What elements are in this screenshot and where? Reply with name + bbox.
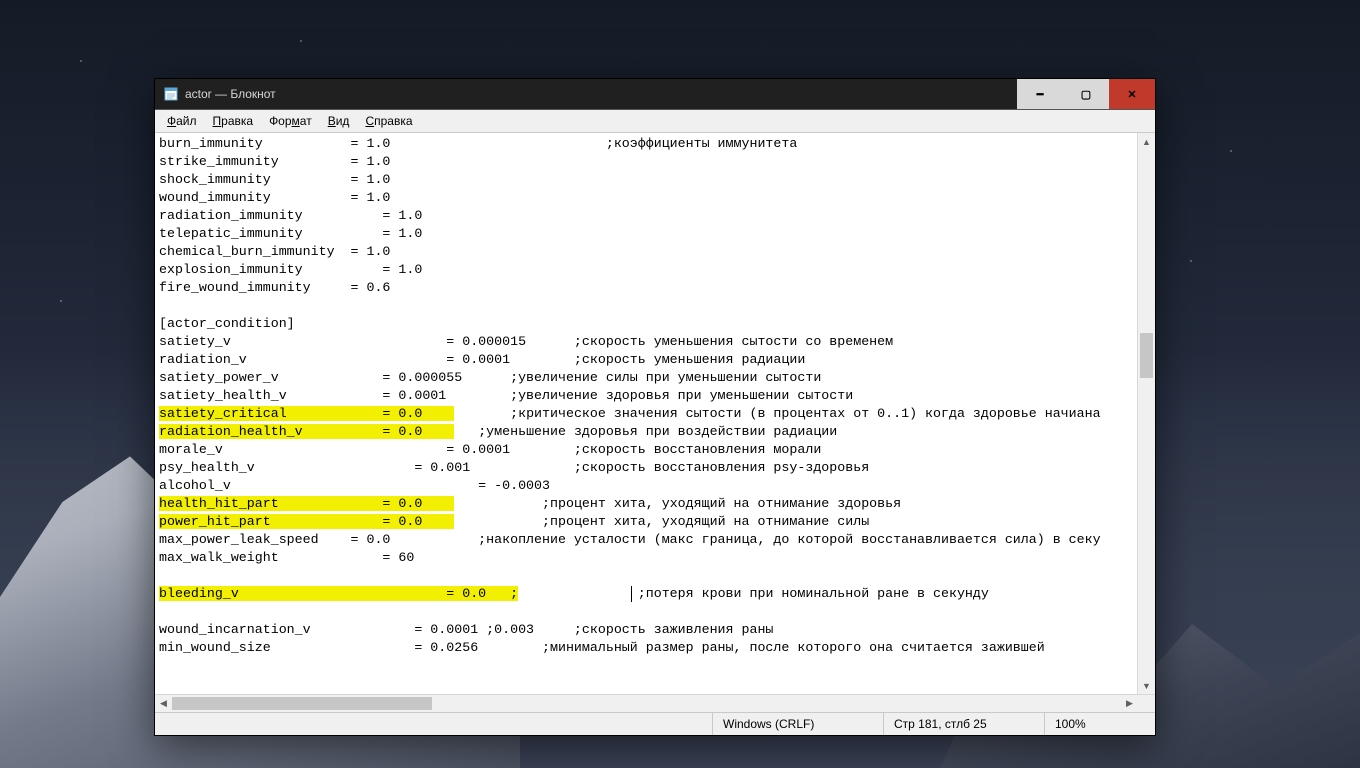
text-line: fire_wound_immunity = 0.6: [159, 279, 1137, 297]
text-line: explosion_immunity = 1.0: [159, 261, 1137, 279]
text-line: telepatic_immunity = 1.0: [159, 225, 1137, 243]
minimize-button[interactable]: ━: [1017, 79, 1063, 109]
titlebar[interactable]: actor — Блокнот ━ ▢ ✕: [155, 79, 1155, 109]
client-area: burn_immunity = 1.0 ;коэффициенты иммуни…: [155, 132, 1155, 694]
menu-help-rest: правка: [374, 114, 412, 128]
scroll-right-arrow-icon[interactable]: ▶: [1121, 695, 1138, 712]
notepad-icon: [163, 86, 179, 102]
text-line: radiation_immunity = 1.0: [159, 207, 1137, 225]
menu-view[interactable]: Вид: [320, 112, 358, 130]
window-title: actor — Блокнот: [185, 87, 276, 101]
text-line: strike_immunity = 1.0: [159, 153, 1137, 171]
text-line: [actor_condition]: [159, 315, 1137, 333]
text-line: wound_immunity = 1.0: [159, 189, 1137, 207]
text-line: [159, 603, 1137, 621]
text-line: satiety_power_v = 0.000055 ;увеличение с…: [159, 369, 1137, 387]
text-line: psy_health_v = 0.001 ;скорость восстанов…: [159, 459, 1137, 477]
status-eol: Windows (CRLF): [712, 713, 883, 735]
text-line: wound_incarnation_v = 0.0001 ;0.003 ;ско…: [159, 621, 1137, 639]
maximize-button[interactable]: ▢: [1063, 79, 1109, 109]
vertical-scrollbar[interactable]: ▲ ▼: [1137, 133, 1155, 694]
desktop-background: actor — Блокнот ━ ▢ ✕ Файл Правка Формат…: [0, 0, 1360, 768]
close-icon: ✕: [1127, 88, 1136, 101]
text-line: satiety_critical = 0.0 ;критическое знач…: [159, 405, 1137, 423]
text-line: [159, 297, 1137, 315]
text-line: max_walk_weight = 60: [159, 549, 1137, 567]
text-line: power_hit_part = 0.0 ;процент хита, уход…: [159, 513, 1137, 531]
menu-file-rest: айл: [176, 114, 196, 128]
status-zoom: 100%: [1044, 713, 1155, 735]
text-line: chemical_burn_immunity = 1.0: [159, 243, 1137, 261]
text-line: satiety_health_v = 0.0001 ;увеличение зд…: [159, 387, 1137, 405]
status-cursor-position: Стр 181, стлб 25: [883, 713, 1044, 735]
menu-bar: Файл Правка Формат Вид Справка: [155, 109, 1155, 132]
status-bar: Windows (CRLF) Стр 181, стлб 25 100%: [155, 712, 1155, 735]
scrollbar-corner: [1138, 695, 1155, 712]
text-line: morale_v = 0.0001 ;скорость восстановлен…: [159, 441, 1137, 459]
scroll-left-arrow-icon[interactable]: ◀: [155, 695, 172, 712]
close-button[interactable]: ✕: [1109, 79, 1155, 109]
menu-view-rest: ид: [336, 114, 350, 128]
vertical-scroll-thumb[interactable]: [1140, 333, 1153, 378]
menu-format[interactable]: Формат: [261, 112, 320, 130]
notepad-window: actor — Блокнот ━ ▢ ✕ Файл Правка Формат…: [154, 78, 1156, 736]
text-line: alcohol_v = -0.0003: [159, 477, 1137, 495]
menu-help[interactable]: Справка: [357, 112, 420, 130]
text-line: burn_immunity = 1.0 ;коэффициенты иммуни…: [159, 135, 1137, 153]
text-line: radiation_v = 0.0001 ;скорость уменьшени…: [159, 351, 1137, 369]
menu-file[interactable]: Файл: [159, 112, 205, 130]
maximize-icon: ▢: [1081, 88, 1091, 101]
text-editor[interactable]: burn_immunity = 1.0 ;коэффициенты иммуни…: [155, 133, 1137, 694]
text-line: radiation_health_v = 0.0 ;уменьшение здо…: [159, 423, 1137, 441]
menu-edit-rest: равка: [221, 114, 253, 128]
menu-format-rest: ат: [300, 114, 312, 128]
text-line: health_hit_part = 0.0 ;процент хита, ухо…: [159, 495, 1137, 513]
text-line: bleeding_v = 0.0 ; ;потеря крови при ном…: [159, 585, 1137, 603]
status-spacer: [155, 713, 712, 735]
scroll-down-arrow-icon[interactable]: ▼: [1138, 677, 1155, 694]
minimize-icon: ━: [1037, 88, 1044, 101]
scroll-up-arrow-icon[interactable]: ▲: [1138, 133, 1155, 150]
menu-edit[interactable]: Правка: [205, 112, 262, 130]
text-line: [159, 567, 1137, 585]
text-line: min_wound_size = 0.0256 ;минимальный раз…: [159, 639, 1137, 657]
text-line: shock_immunity = 1.0: [159, 171, 1137, 189]
text-line: max_power_leak_speed = 0.0 ;накопление у…: [159, 531, 1137, 549]
horizontal-scrollbar[interactable]: ◀ ▶: [155, 694, 1155, 712]
horizontal-scroll-thumb[interactable]: [172, 697, 432, 710]
text-caret: [631, 586, 632, 602]
text-line: satiety_v = 0.000015 ;скорость уменьшени…: [159, 333, 1137, 351]
